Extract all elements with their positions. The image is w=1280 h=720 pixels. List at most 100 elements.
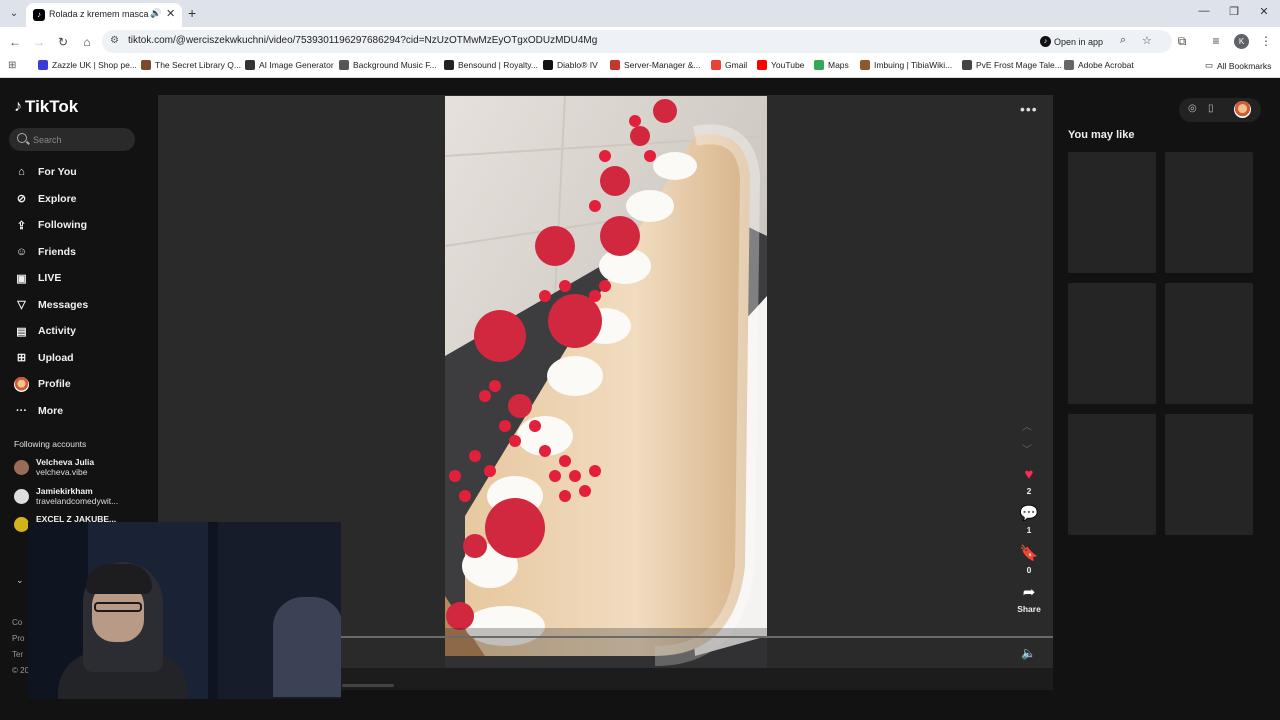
reload-button[interactable]: ↻ [54, 33, 72, 51]
bookmark-favicon-icon [38, 60, 48, 70]
all-bookmarks-button[interactable]: ▭ All Bookmarks [1205, 60, 1271, 71]
sidebar-item-messages[interactable]: ▽ Messages [0, 292, 150, 319]
comment-button[interactable]: 💬 1 [1014, 505, 1044, 535]
suggested-video-thumbnail[interactable] [1165, 283, 1253, 404]
media-control-icon[interactable]: ≡ [1208, 34, 1224, 48]
bookmark-item[interactable]: Adobe Acrobat [1064, 60, 1134, 70]
video-player[interactable] [445, 96, 767, 668]
sidebar-item-live[interactable]: ▣ LIVE [0, 265, 150, 292]
explore-icon: ⊘ [16, 193, 27, 206]
activity-icon: ▤ [16, 325, 27, 338]
close-icon[interactable]: ✕ [166, 7, 175, 20]
sidebar-item-explore[interactable]: ⊘ Explore [0, 186, 150, 213]
footer-link[interactable]: Co [12, 615, 29, 631]
comment-count: 1 [1026, 525, 1032, 535]
volume-icon[interactable]: 🔈 [1021, 646, 1036, 660]
sidebar-item-profile[interactable]: Profile [0, 371, 150, 398]
speaker-icon[interactable]: 🔊 [150, 8, 161, 19]
following-account-item[interactable]: Velcheva Julia velcheva.vibe [14, 457, 94, 477]
sidebar-item-for-you[interactable]: ⌂ For You [0, 159, 150, 186]
site-info-icon[interactable]: ⚙ [110, 35, 119, 46]
device-icon[interactable]: ▯ [1208, 103, 1214, 114]
footer-link[interactable]: Pro [12, 631, 29, 647]
bookmark-favicon-icon [757, 60, 767, 70]
search-box[interactable] [9, 128, 135, 151]
back-button[interactable]: ← [6, 33, 24, 51]
apps-grid-icon[interactable]: ⊞ [8, 60, 16, 71]
you-may-like-title: You may like [1068, 129, 1135, 141]
bookmark-item[interactable]: Server-Manager &... [610, 60, 701, 70]
bookmark-item[interactable]: Bensound | Royalty... [444, 60, 538, 70]
sidebar-nav: ⌂ For You ⊘ Explore ⇪ Following ☺ Friends ▣ LIVE ▽… [0, 159, 150, 424]
next-video-chevron-down-icon[interactable]: ﹀ [1022, 441, 1032, 456]
search-input[interactable] [33, 132, 129, 147]
sidebar-item-more[interactable]: ··· More [0, 398, 150, 425]
more-options-icon[interactable]: ••• [1020, 101, 1038, 117]
heart-icon: ♥ [1024, 466, 1034, 483]
suggested-video-thumbnail[interactable] [1165, 414, 1253, 535]
sidebar-item-label: For You [38, 166, 77, 179]
bookmark-label: Adobe Acrobat [1078, 60, 1134, 70]
top-right-controls: ◎ ▯ [1179, 98, 1261, 122]
open-in-app-button[interactable]: ♪ Open in app [1040, 34, 1103, 49]
bookmark-favicon-icon [962, 60, 972, 70]
bookmark-item[interactable]: AI Image Generator [245, 60, 334, 70]
browser-tab-active[interactable]: ♪ Rolada z kremem mascarpone 🔊 ✕ [26, 3, 182, 27]
bookmark-item[interactable]: The Secret Library Q... [141, 60, 241, 70]
bookmark-favicon-icon [814, 60, 824, 70]
minimize-icon[interactable]: — [1194, 5, 1214, 17]
sidebar-item-label: Explore [38, 192, 77, 205]
bookmark-favicon-icon [444, 60, 454, 70]
bookmark-item[interactable]: YouTube [757, 60, 804, 70]
zoom-icon[interactable]: ⌕ [1120, 34, 1126, 47]
window-close-icon[interactable]: ✕ [1254, 5, 1274, 18]
bookmark-label: Diablo® IV [557, 60, 598, 70]
like-button[interactable]: ♥ 2 [1014, 466, 1044, 496]
see-more-chevron-icon[interactable]: ⌄ [16, 575, 24, 586]
previous-video-chevron-up-icon[interactable]: ︿ [1022, 418, 1032, 433]
bookmark-label: Server-Manager &... [624, 60, 701, 70]
address-bar[interactable]: ⚙ tiktok.com/@werciszekwkuchni/video/753… [102, 30, 1172, 53]
extensions-icon[interactable]: ⧉ [1174, 34, 1190, 49]
sidebar-item-upload[interactable]: ⊞ Upload [0, 345, 150, 372]
sidebar-item-friends[interactable]: ☺ Friends [0, 239, 150, 266]
bookmark-item[interactable]: Background Music F... [339, 60, 437, 70]
bookmark-item[interactable]: Diablo® IV [543, 60, 598, 70]
avatar [14, 489, 29, 504]
sidebar-item-activity[interactable]: ▤ Activity [0, 318, 150, 345]
url-text[interactable]: tiktok.com/@werciszekwkuchni/video/75393… [128, 35, 597, 46]
bookmark-favicon-icon [339, 60, 349, 70]
bookmark-star-icon[interactable]: ☆ [1142, 34, 1152, 47]
bookmark-item[interactable]: Gmail [711, 60, 747, 70]
avatar [14, 517, 29, 532]
forward-button[interactable]: → [30, 33, 48, 51]
user-avatar[interactable] [1234, 101, 1251, 118]
sidebar-item-following[interactable]: ⇪ Following [0, 212, 150, 239]
bookmark-item[interactable]: PvE Frost Mage Tale... [962, 60, 1062, 70]
suggested-video-thumbnail[interactable] [1068, 414, 1156, 535]
bookmark-item[interactable]: Zazzle UK | Shop pe... [38, 60, 137, 70]
share-button[interactable]: ➦ Share [1014, 584, 1044, 614]
bookmark-item[interactable]: Maps [814, 60, 849, 70]
webcam-overlay [28, 522, 341, 699]
save-button[interactable]: 🔖 0 [1014, 545, 1044, 575]
suggested-video-thumbnail[interactable] [1068, 152, 1156, 273]
profile-icon [14, 376, 29, 392]
compass-icon[interactable]: ◎ [1188, 103, 1197, 114]
bookmark-label: The Secret Library Q... [155, 60, 241, 70]
tab-search-icon[interactable]: ⌄ [6, 6, 22, 22]
horizontal-scrollbar[interactable] [342, 684, 394, 687]
browser-profile-avatar[interactable]: K [1234, 34, 1249, 49]
bookmark-icon: 🔖 [1019, 545, 1039, 562]
suggested-video-thumbnail[interactable] [1165, 152, 1253, 273]
tiktok-logo-text: TikTok [25, 97, 79, 116]
restore-icon[interactable]: ❐ [1224, 5, 1244, 18]
browser-menu-icon[interactable]: ⋮ [1258, 34, 1274, 48]
new-tab-button[interactable]: + [188, 5, 196, 21]
suggested-video-thumbnail[interactable] [1068, 283, 1156, 404]
footer-link[interactable]: Ter [12, 647, 29, 663]
tiktok-logo[interactable]: ♪ TikTok [14, 97, 78, 117]
following-account-item[interactable]: Jamiekirkham travelandcomedywit... [14, 486, 118, 506]
home-button[interactable]: ⌂ [78, 33, 96, 51]
bookmark-item[interactable]: Imbuing | TibiaWiki... [860, 60, 952, 70]
